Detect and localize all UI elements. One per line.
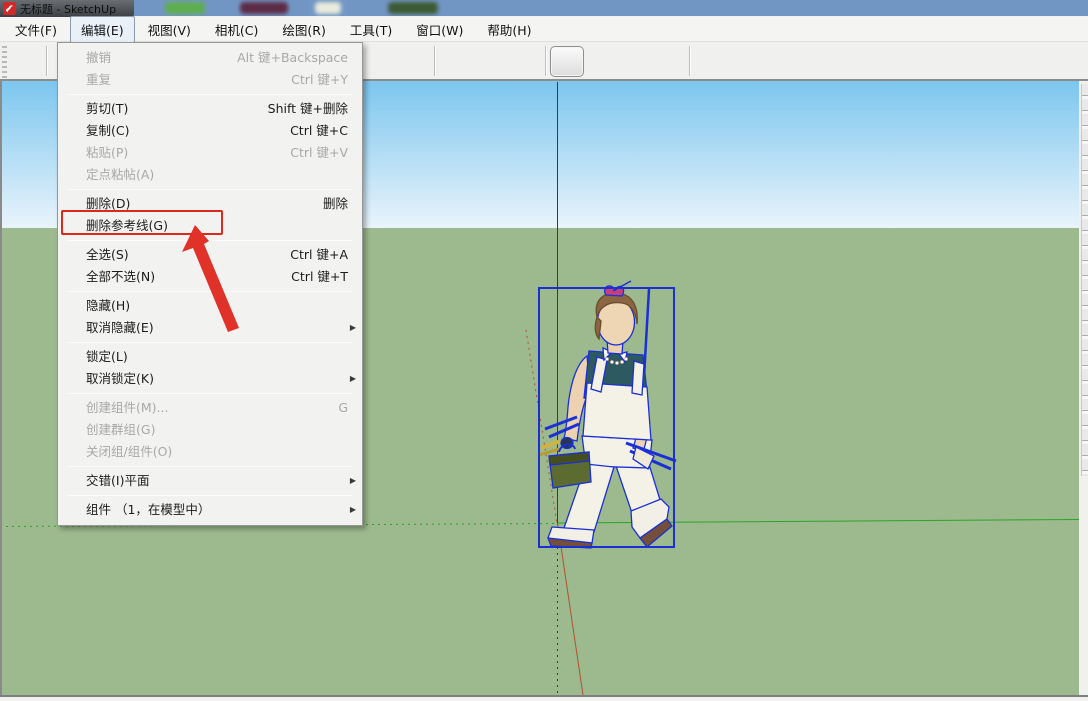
desktop-icon-blob — [388, 2, 438, 14]
figure-strap-right — [632, 361, 644, 395]
submenu-arrow-icon: ▶ — [350, 499, 356, 521]
menu-item-redo: 重复Ctrl 键+Y — [58, 69, 362, 91]
menu-edit[interactable]: 编辑(E) — [70, 16, 135, 43]
menu-item-unlock[interactable]: 取消锁定(K)▶ — [58, 368, 362, 390]
submenu-arrow-icon: ▶ — [350, 368, 356, 390]
menu-separator — [67, 393, 353, 394]
menu-item-cut[interactable]: 剪切(T)Shift 键+删除 — [58, 98, 362, 120]
title-bar[interactable]: 无标题 - SketchUp — [0, 0, 134, 17]
menu-item-undo: 撤销Alt 键+Backspace — [58, 47, 362, 69]
menu-separator — [67, 94, 353, 95]
menu-item-paste-in-place: 定点粘帖(A) — [58, 164, 362, 186]
right-toolbar-buttons[interactable] — [1081, 84, 1088, 476]
sketchup-logo-icon — [3, 2, 16, 15]
menu-item-component-context[interactable]: 组件 （1，在模型中）▶ — [58, 499, 362, 521]
desktop-background — [0, 0, 1088, 16]
toolbar-separator — [46, 46, 47, 76]
menu-item-make-group: 创建群组(G) — [58, 419, 362, 441]
menu-separator — [67, 189, 353, 190]
menu-help[interactable]: 帮助(H) — [476, 16, 542, 43]
desktop-icon-blob — [315, 2, 341, 14]
menu-item-close-group: 关闭组/组件(O) — [58, 441, 362, 463]
menu-bar: 文件(F) 编辑(E) 视图(V) 相机(C) 绘图(R) 工具(T) 窗口(W… — [0, 17, 1088, 42]
window-title: 无标题 - SketchUp — [20, 1, 116, 17]
toolbar-separator — [689, 46, 690, 76]
menu-view[interactable]: 视图(V) — [137, 16, 202, 43]
status-bar — [0, 695, 1088, 701]
desktop-icon-blob — [240, 2, 288, 14]
annotation-arrow — [170, 218, 260, 348]
toolbar-separator — [545, 46, 546, 76]
submenu-arrow-icon: ▶ — [350, 470, 356, 492]
desktop-icon-blob — [165, 2, 205, 14]
menu-item-copy[interactable]: 复制(C)Ctrl 键+C — [58, 120, 362, 142]
menu-tools[interactable]: 工具(T) — [339, 16, 403, 43]
sketchup-window: 无标题 - SketchUp 文件(F) 编辑(E) 视图(V) 相机(C) 绘… — [0, 0, 1088, 701]
submenu-arrow-icon: ▶ — [350, 317, 356, 339]
menu-separator — [67, 495, 353, 496]
toolbar-grip[interactable] — [2, 46, 7, 78]
menu-item-lock[interactable]: 锁定(L) — [58, 346, 362, 368]
menu-file[interactable]: 文件(F) — [4, 16, 68, 43]
menu-camera[interactable]: 相机(C) — [204, 16, 269, 43]
toolbar-separator — [434, 46, 435, 76]
menu-item-intersect-faces[interactable]: 交错(I)平面▶ — [58, 470, 362, 492]
menu-window[interactable]: 窗口(W) — [405, 16, 474, 43]
menu-draw[interactable]: 绘图(R) — [271, 16, 336, 43]
menu-separator — [67, 466, 353, 467]
right-toolbar-strip — [1079, 81, 1088, 695]
toolbar-button[interactable] — [550, 46, 584, 77]
menu-item-paste: 粘贴(P)Ctrl 键+V — [58, 142, 362, 164]
menu-item-make-component: 创建组件(M)...G — [58, 397, 362, 419]
canvas-left-border — [0, 81, 2, 695]
